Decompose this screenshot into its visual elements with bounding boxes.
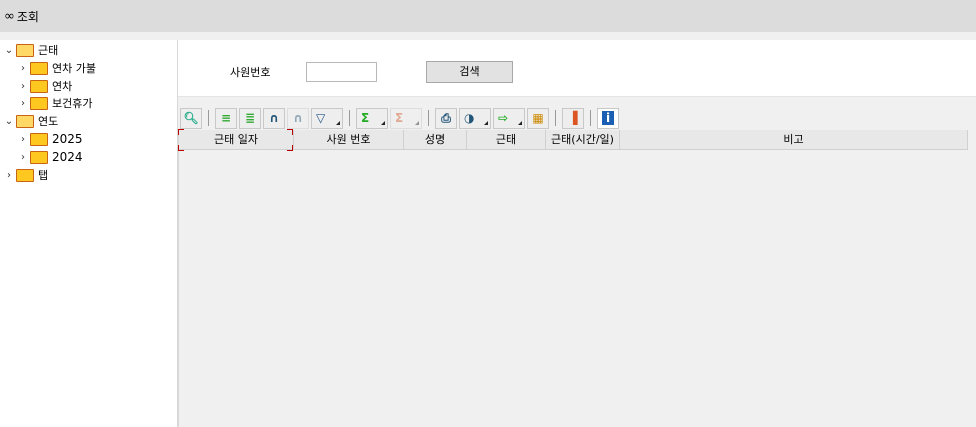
separator	[590, 110, 591, 126]
column-header-date[interactable]: 근태 일자	[178, 129, 294, 151]
filter-icon[interactable]: ▽	[311, 107, 343, 129]
print-icon[interactable]: ⎙	[435, 107, 457, 129]
separator	[555, 110, 556, 126]
search-form: 사원번호 검색	[178, 40, 976, 97]
info-icon[interactable]: i	[597, 107, 619, 129]
find-add-icon[interactable]: ∩	[287, 107, 309, 129]
folder-icon	[16, 168, 34, 182]
tree-label: 2025	[52, 132, 83, 146]
data-grid[interactable]: 근태 일자 사원 번호 성명 근태 근태(시간/일) 비고	[178, 129, 968, 427]
column-header-attendance[interactable]: 근태	[467, 130, 546, 149]
chevron-right-icon[interactable]: ›	[18, 98, 28, 109]
folder-open-icon	[16, 114, 34, 128]
folder-icon	[30, 150, 48, 164]
search-button[interactable]: 검색	[426, 61, 513, 83]
export-icon[interactable]: ◑	[459, 107, 491, 129]
employee-no-label: 사원번호	[230, 66, 271, 79]
separator	[428, 110, 429, 126]
chevron-right-icon[interactable]: ›	[18, 134, 28, 145]
export-file-icon[interactable]: ⇨	[493, 107, 525, 129]
column-header-remarks[interactable]: 비고	[620, 130, 968, 149]
glasses-icon: ∞	[4, 8, 15, 24]
chevron-right-icon[interactable]: ›	[18, 63, 28, 74]
find-icon[interactable]: ∩	[263, 107, 285, 129]
title-label: 조회	[16, 9, 39, 24]
column-label: 근태 일자	[214, 133, 258, 146]
align-top-icon[interactable]: ≡	[215, 107, 237, 129]
folder-icon	[30, 79, 48, 93]
tree-node-tab[interactable]: › 탭	[4, 166, 48, 184]
tree-node-attendance[interactable]: ⌄ 근태	[4, 41, 58, 59]
chevron-down-icon[interactable]: ⌄	[4, 45, 14, 56]
column-header-hours[interactable]: 근태(시간/일)	[546, 130, 620, 149]
tree-label: 근태	[38, 44, 59, 57]
tree-label: 연도	[38, 115, 59, 128]
folder-icon	[30, 96, 48, 110]
tree-node-2024[interactable]: › 2024	[18, 148, 83, 166]
tree-label: 탭	[38, 169, 49, 182]
grid-header: 근태 일자 사원 번호 성명 근태 근태(시간/일) 비고	[178, 129, 968, 151]
tree-node-health-leave[interactable]: › 보건휴가	[18, 94, 92, 112]
tree-node-year[interactable]: ⌄ 연도	[4, 112, 58, 130]
tree-node-2025[interactable]: › 2025	[18, 130, 83, 148]
sum-icon[interactable]: Σ	[356, 107, 388, 129]
grid-toolbar: 🔍︎ ≡ ≣ ∩ ∩ ▽ Σ Σ ⎙ ◑ ⇨ ▦ ▐ i	[178, 106, 968, 130]
folder-open-icon	[16, 43, 34, 57]
clear-sum-icon[interactable]: Σ	[390, 107, 422, 129]
separator	[349, 110, 350, 126]
column-header-employee-no[interactable]: 사원 번호	[294, 130, 404, 149]
chevron-right-icon[interactable]: ›	[4, 170, 14, 181]
chart-icon[interactable]: ▐	[562, 107, 584, 129]
chevron-right-icon[interactable]: ›	[18, 81, 28, 92]
chevron-right-icon[interactable]: ›	[18, 152, 28, 163]
tree-label: 연차	[52, 80, 73, 93]
tree-node-annual-leave[interactable]: › 연차	[18, 77, 72, 95]
tree-label: 2024	[52, 150, 83, 164]
divider	[0, 32, 976, 40]
grid-layout-icon[interactable]: ▦	[527, 107, 549, 129]
column-header-name[interactable]: 성명	[404, 130, 467, 149]
tree-label: 연차 가불	[52, 62, 96, 75]
title-bar: ∞ 조회	[0, 0, 976, 32]
tree-node-leave-advance[interactable]: › 연차 가불	[18, 59, 96, 77]
folder-icon	[30, 132, 48, 146]
employee-no-input[interactable]	[306, 62, 377, 82]
separator	[208, 110, 209, 126]
tree-label: 보건휴가	[52, 97, 93, 110]
tree-panel: ⌄ 근태 › 연차 가불 › 연차 › 보건휴가 ⌄ 연도 › 2025 › 2024 › 탭	[0, 40, 178, 427]
align-center-icon[interactable]: ≣	[239, 107, 261, 129]
zoom-preview-icon[interactable]: 🔍︎	[180, 107, 202, 129]
chevron-down-icon[interactable]: ⌄	[4, 116, 14, 127]
folder-icon	[30, 61, 48, 75]
